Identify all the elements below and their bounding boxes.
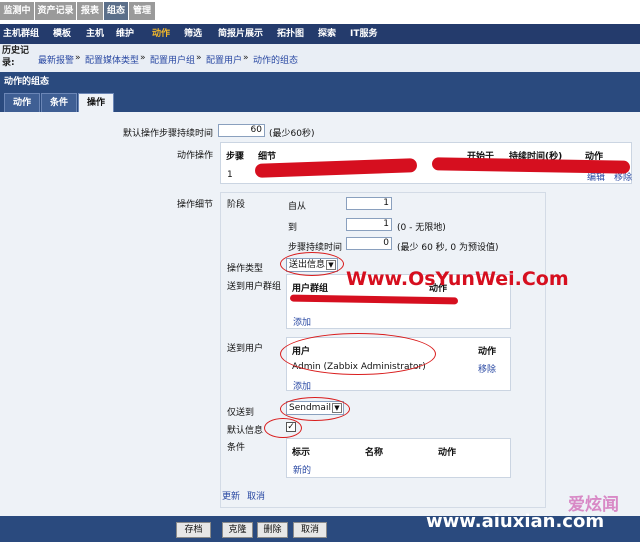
stage-label: 阶段 — [227, 200, 246, 210]
operations-label: 动作操作 — [176, 151, 213, 161]
history-bar: 历史记录: 最新报警 » 配置媒体类型 » 配置用户组 » 配置用户 » 动作的… — [0, 44, 640, 72]
annotation-ellipse — [280, 252, 344, 276]
details-label: 操作细节 — [176, 200, 213, 210]
subnav-it-services[interactable]: IT服务 — [350, 24, 378, 44]
top-nav: 监测中 资产记录 报表 组态 管理 — [0, 0, 640, 20]
history-crumb-latest-alarms[interactable]: 最新报警 — [38, 53, 74, 66]
history-crumb-action-config[interactable]: 动作的组态 — [253, 53, 298, 66]
cancel-link[interactable]: 取消 — [247, 489, 265, 502]
history-crumb-users[interactable]: 配置用户 — [206, 53, 242, 66]
delete-button[interactable]: 删除 — [257, 522, 288, 538]
subnav-maintenance[interactable]: 维护 — [116, 24, 134, 44]
top-tab-reports[interactable]: 报表 — [77, 2, 103, 20]
top-tab-configuration[interactable]: 组态 — [104, 2, 128, 20]
send-users-label: 送到用户 — [227, 344, 264, 354]
duration-input[interactable]: 0 — [346, 237, 392, 250]
form-tab-strip: 动作 条件 操作 — [0, 88, 640, 112]
save-button[interactable]: 存档 — [176, 522, 211, 538]
default-step-input[interactable]: 60 — [218, 124, 265, 137]
subnav-host-groups[interactable]: 主机群组 — [3, 24, 39, 44]
tab-conditions[interactable]: 条件 — [41, 93, 77, 112]
users-add-link[interactable]: 添加 — [293, 379, 311, 392]
conditions-label: 条件 — [227, 443, 246, 453]
annotation-ellipse — [280, 397, 350, 421]
default-step-label: 默认操作步骤持续时间 — [122, 129, 213, 139]
top-tab-inventory[interactable]: 资产记录 — [35, 2, 76, 20]
operations-header-step: 步骤 — [226, 152, 245, 162]
clone-button[interactable]: 克隆 — [222, 522, 253, 538]
tab-action[interactable]: 动作 — [4, 93, 40, 112]
corner-watermark-url: www.aiuxian.com — [426, 511, 605, 532]
only-send-label: 仅送到 — [227, 408, 255, 418]
send-groups-label: 送到用户群组 — [227, 282, 282, 292]
history-separator: » — [196, 53, 202, 63]
conditions-header-action: 动作 — [438, 448, 457, 458]
history-crumb-media-types[interactable]: 配置媒体类型 — [85, 53, 139, 66]
subnav-hosts[interactable]: 主机 — [86, 24, 104, 44]
subnav-discovery[interactable]: 探索 — [318, 24, 336, 44]
top-tab-administration[interactable]: 管理 — [129, 2, 155, 20]
history-separator: » — [75, 53, 81, 63]
subnav-discovery-filters[interactable]: 筛选 — [184, 24, 202, 44]
sub-nav: 主机群组 模板 主机 维护 动作 筛选 简报片展示 拓扑图 探索 IT服务 — [0, 24, 640, 44]
from-label: 自从 — [288, 202, 307, 212]
default-step-hint: (最少60秒) — [269, 129, 315, 139]
form-body: 默认操作步骤持续时间 60 (最少60秒) 动作操作 步骤 细节 开始于 持续时… — [0, 112, 640, 516]
history-separator: » — [243, 53, 249, 63]
to-input[interactable]: 1 — [346, 218, 392, 231]
from-input[interactable]: 1 — [346, 197, 392, 210]
duration-label: 步骤持续时间 — [288, 243, 343, 253]
subnav-maps[interactable]: 拓扑图 — [277, 24, 304, 44]
annotation-ellipse — [280, 333, 436, 375]
history-label: 历史记录: — [2, 46, 30, 68]
section-title-bar: 动作的组态 — [0, 72, 640, 88]
section-title: 动作的组态 — [4, 77, 50, 87]
history-crumb-user-groups[interactable]: 配置用户组 — [150, 53, 195, 66]
annotation-ellipse — [264, 418, 302, 438]
update-link[interactable]: 更新 — [222, 489, 240, 502]
tab-operations[interactable]: 操作 — [78, 93, 114, 112]
conditions-new-link[interactable]: 新的 — [293, 463, 311, 476]
users-action-header: 动作 — [478, 347, 497, 357]
op-type-label: 操作类型 — [227, 264, 264, 274]
default-msg-label: 默认信息 — [227, 426, 264, 436]
cancel-button[interactable]: 取消 — [293, 522, 327, 538]
subnav-templates[interactable]: 模板 — [53, 24, 71, 44]
conditions-header-name: 名称 — [365, 448, 384, 458]
subnav-actions[interactable]: 动作 — [152, 24, 170, 44]
user-remove-link[interactable]: 移除 — [478, 362, 496, 375]
to-label: 到 — [288, 223, 298, 233]
operations-row-step: 1 — [227, 170, 233, 180]
conditions-box: 标示 名称 动作 新的 — [286, 438, 511, 478]
top-tab-monitoring[interactable]: 监测中 — [0, 2, 34, 20]
duration-hint: (最少 60 秒, 0 为预设值) — [397, 243, 499, 253]
history-separator: » — [140, 53, 146, 63]
user-groups-add-link[interactable]: 添加 — [293, 315, 311, 328]
watermark-text: Www.OsYunWei.Com — [346, 268, 569, 290]
to-hint: (0 - 无限地) — [397, 223, 446, 233]
user-groups-header: 用户群组 — [292, 284, 329, 294]
subnav-slide-shows[interactable]: 简报片展示 — [218, 24, 263, 44]
conditions-header-label: 标示 — [292, 448, 311, 458]
operations-header-details: 细节 — [258, 152, 277, 162]
